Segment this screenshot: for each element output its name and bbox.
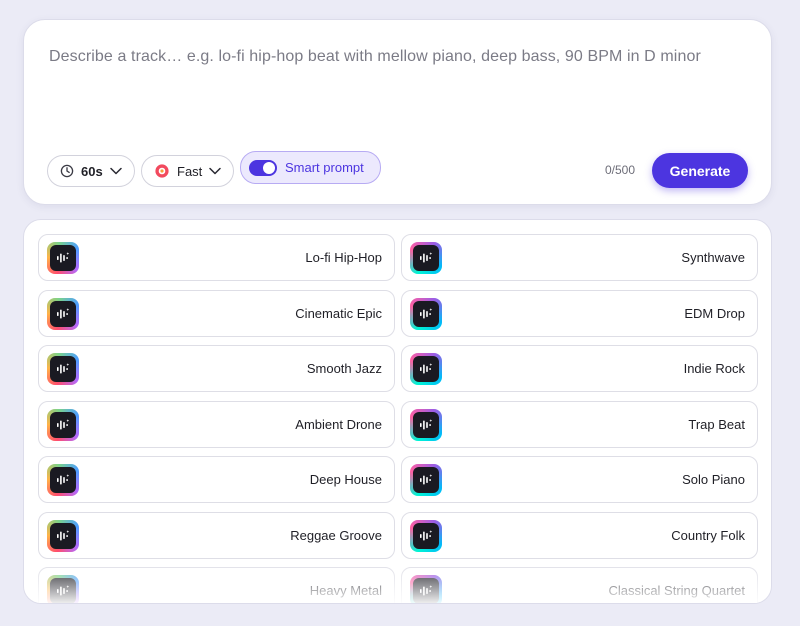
- waveform-icon: [413, 245, 439, 271]
- preset-tile[interactable]: Country Folk: [401, 511, 758, 559]
- preset-thumbnail: [47, 242, 79, 274]
- waveform-icon: [413, 356, 439, 382]
- preset-name: Reggae Groove: [290, 527, 382, 543]
- preset-tile[interactable]: Indie Rock: [401, 345, 758, 392]
- toggle-switch[interactable]: [249, 159, 277, 176]
- preset-tile[interactable]: Ambient Drone: [38, 400, 395, 448]
- smart-prompt-toggle[interactable]: Smart prompt: [240, 151, 381, 184]
- preset-tile[interactable]: Heavy Metal: [38, 567, 395, 603]
- preset-tile[interactable]: Synthwave: [401, 234, 758, 281]
- preset-thumbnail: [410, 242, 442, 274]
- preset-grid: Lo-fi Hip-Hop Synthwave Cinematic Epic EDM …: [23, 219, 772, 604]
- preset-thumbnail: [47, 519, 79, 552]
- preset-tile[interactable]: Classical String Quartet: [401, 567, 758, 603]
- preset-tile[interactable]: Trap Beat: [401, 400, 758, 448]
- duration-select[interactable]: 60s: [47, 155, 135, 187]
- waveform-icon: [413, 522, 439, 549]
- preset-thumbnail: [410, 353, 442, 385]
- waveform-icon: [50, 245, 76, 271]
- waveform-icon: [50, 522, 76, 549]
- preset-tile[interactable]: EDM Drop: [401, 289, 758, 337]
- preset-thumbnail: [47, 464, 79, 496]
- chevron-down-icon: [209, 167, 222, 175]
- waveform-icon: [413, 300, 439, 327]
- preset-name: Solo Piano: [682, 472, 745, 487]
- preset-name: Heavy Metal: [309, 583, 382, 598]
- duration-value: 60s: [81, 163, 103, 179]
- preset-tile[interactable]: Solo Piano: [401, 456, 758, 503]
- character-count: 0/500: [605, 163, 636, 177]
- waveform-icon: [50, 578, 76, 603]
- preset-thumbnail: [410, 464, 442, 496]
- preset-name: Indie Rock: [683, 361, 745, 376]
- generate-button[interactable]: Generate: [652, 153, 748, 188]
- waveform-icon: [50, 467, 76, 493]
- speed-mode-icon: [155, 164, 169, 178]
- preset-name: Deep House: [309, 472, 382, 487]
- prompt-input[interactable]: Describe a track… e.g. lo-fi hip-hop bea…: [49, 48, 701, 66]
- preset-name: Cinematic Epic: [295, 305, 382, 321]
- prompt-card: Describe a track… e.g. lo-fi hip-hop bea…: [23, 19, 772, 205]
- preset-name: Smooth Jazz: [306, 361, 382, 376]
- waveform-icon: [50, 411, 76, 438]
- toggle-knob: [263, 161, 275, 174]
- waveform-icon: [413, 467, 439, 493]
- speed-select[interactable]: Fast: [141, 155, 234, 187]
- preset-tile[interactable]: Deep House: [38, 456, 395, 503]
- chevron-down-icon: [109, 167, 122, 175]
- preset-thumbnail: [410, 519, 442, 552]
- preset-thumbnail: [410, 408, 442, 441]
- preset-tile[interactable]: Cinematic Epic: [38, 289, 395, 337]
- preset-name: Trap Beat: [688, 416, 745, 432]
- preset-thumbnail: [47, 408, 79, 441]
- preset-thumbnail: [410, 297, 442, 330]
- smart-prompt-label: Smart prompt: [285, 160, 364, 175]
- preset-tile[interactable]: Lo-fi Hip-Hop: [38, 234, 395, 281]
- waveform-icon: [50, 356, 76, 382]
- preset-name: Classical String Quartet: [608, 583, 745, 598]
- preset-thumbnail: [47, 297, 79, 330]
- waveform-icon: [413, 578, 439, 603]
- preset-thumbnail: [410, 575, 442, 603]
- waveform-icon: [50, 300, 76, 327]
- clock-icon: [60, 164, 74, 178]
- preset-tile[interactable]: Smooth Jazz: [38, 345, 395, 392]
- preset-name: EDM Drop: [684, 305, 745, 321]
- preset-tile[interactable]: Reggae Groove: [38, 511, 395, 559]
- preset-thumbnail: [47, 353, 79, 385]
- preset-name: Synthwave: [681, 250, 745, 265]
- preset-name: Ambient Drone: [295, 416, 382, 432]
- waveform-icon: [413, 411, 439, 438]
- speed-value: Fast: [177, 163, 203, 179]
- preset-name: Lo-fi Hip-Hop: [305, 250, 382, 265]
- preset-name: Country Folk: [671, 527, 745, 543]
- preset-thumbnail: [47, 575, 79, 603]
